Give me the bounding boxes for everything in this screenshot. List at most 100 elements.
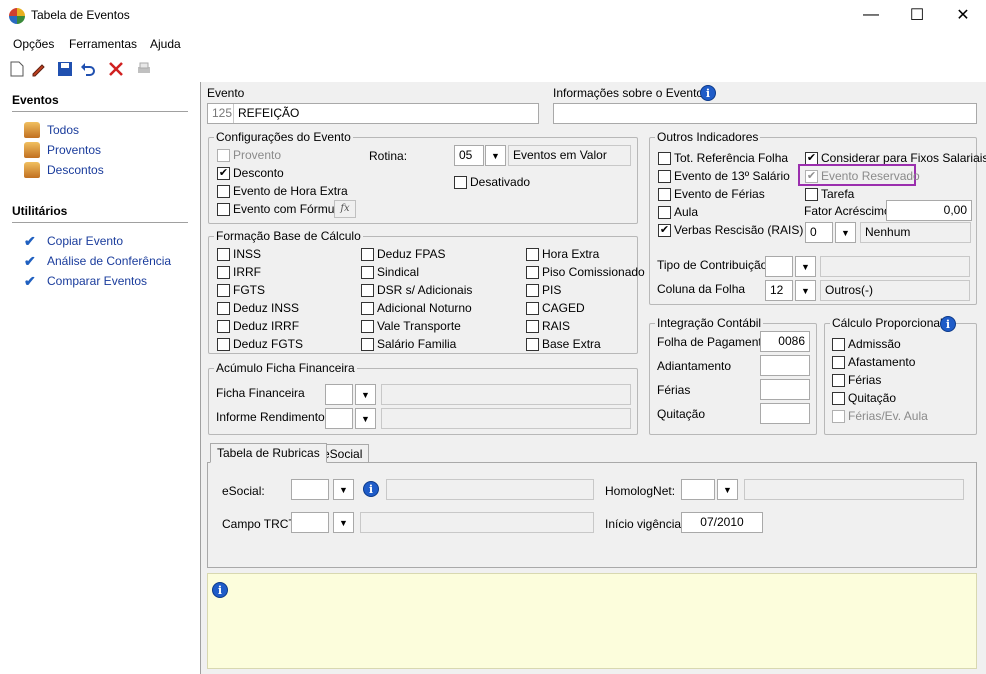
verbas-checkbox[interactable]: ✔ Verbas Rescisão (RAIS) <box>658 223 803 237</box>
info-icon[interactable]: i <box>940 316 956 332</box>
tarefa-checkbox[interactable]: Tarefa <box>805 187 854 201</box>
base-col2-checkbox-3[interactable]: Adicional Noturno <box>361 301 472 315</box>
hora-extra-checkbox[interactable]: Evento de Hora Extra <box>217 184 348 198</box>
esocial-input[interactable] <box>291 479 329 500</box>
rotina-dropdown[interactable]: ▼ <box>485 145 506 166</box>
sidebar-item-proventos[interactable]: Proventos <box>24 142 101 158</box>
base-col2-checkbox-0[interactable]: Deduz FPAS <box>361 247 445 261</box>
new-document-icon[interactable] <box>8 60 26 78</box>
admissao-checkbox[interactable]: Admissão <box>832 337 901 351</box>
sidebar-item-todos[interactable]: Todos <box>24 122 79 138</box>
ficha-desc <box>381 384 631 405</box>
informe-dropdown[interactable]: ▼ <box>355 408 376 429</box>
esocial-desc <box>386 479 594 500</box>
info-icon[interactable]: i <box>363 481 379 497</box>
base-col1-checkbox-1[interactable]: IRRF <box>217 265 261 279</box>
maximize-button[interactable]: ☐ <box>894 0 940 30</box>
evento-name: REFEIÇÃO <box>238 106 300 120</box>
inicio-input[interactable]: 07/2010 <box>681 512 763 533</box>
base-col1-checkbox-5[interactable]: Deduz FGTS <box>217 337 303 351</box>
delete-icon[interactable] <box>107 60 125 78</box>
folha-label: Folha de Pagamento <box>657 335 769 349</box>
menu-ferramentas[interactable]: Ferramentas <box>69 37 137 51</box>
verbas-dropdown[interactable]: ▼ <box>835 222 856 243</box>
ferias-aula-checkbox[interactable]: Férias/Ev. Aula <box>832 409 928 423</box>
base-col3-checkbox-0[interactable]: Hora Extra <box>526 247 599 261</box>
formula-checkbox[interactable]: Evento com Fórmula <box>217 202 344 216</box>
quitacao-label: Quitação <box>657 407 706 421</box>
ferias-checkbox[interactable]: Férias <box>832 373 881 387</box>
base-col3-checkbox-4[interactable]: RAIS <box>526 319 570 333</box>
aula-checkbox[interactable]: Aula <box>658 205 698 219</box>
ferias-input[interactable] <box>760 379 810 400</box>
rotina-code-input[interactable]: 05 <box>454 145 484 166</box>
homolognet-input[interactable] <box>681 479 715 500</box>
menu-ajuda[interactable]: Ajuda <box>150 37 181 51</box>
edit-icon[interactable] <box>29 60 47 78</box>
sidebar-item-copiar[interactable]: ✔ Copiar Evento <box>24 233 123 249</box>
sidebar-item-comparar[interactable]: ✔ Comparar Eventos <box>24 273 147 289</box>
rotina-desc: Eventos em Valor <box>508 145 631 166</box>
verbas-code-input[interactable]: 0 <box>805 222 833 243</box>
user-group-icon <box>24 162 40 178</box>
info-icon[interactable]: i <box>700 85 716 101</box>
evento-field[interactable]: 125 REFEIÇÃO <box>207 103 539 124</box>
sidebar-item-analise[interactable]: ✔ Análise de Conferência <box>24 253 171 269</box>
close-button[interactable]: ✕ <box>940 0 986 30</box>
informe-input[interactable] <box>325 408 353 429</box>
title-bar <box>0 0 986 32</box>
evento-13-checkbox[interactable]: Evento de 13º Salário <box>658 169 790 183</box>
base-col2-checkbox-1[interactable]: Sindical <box>361 265 419 279</box>
window-title: Tabela de Eventos <box>31 8 130 22</box>
quitacao-checkbox[interactable]: Quitação <box>832 391 896 405</box>
save-icon[interactable] <box>56 60 74 78</box>
coluna-dropdown[interactable]: ▼ <box>795 280 816 301</box>
tipo-contrib-desc <box>820 256 970 277</box>
trct-input[interactable] <box>291 512 329 533</box>
evento-ferias-checkbox[interactable]: Evento de Férias <box>658 187 765 201</box>
base-col1-checkbox-4[interactable]: Deduz IRRF <box>217 319 299 333</box>
formula-button[interactable]: fx <box>334 200 356 218</box>
folha-input[interactable]: 0086 <box>760 331 810 352</box>
esocial-dropdown[interactable]: ▼ <box>333 479 354 500</box>
coluna-label: Coluna da Folha <box>657 282 746 296</box>
tab-rubricas[interactable]: Tabela de Rubricas <box>210 443 327 463</box>
acumulo-title: Acúmulo Ficha Financeira <box>214 361 357 375</box>
evento-code: 125 <box>208 104 234 123</box>
reservado-checkbox[interactable]: ✔ Evento Reservado <box>805 169 920 183</box>
info-evento-input[interactable] <box>553 103 977 124</box>
provento-checkbox[interactable]: Provento <box>217 148 281 162</box>
base-col3-checkbox-1[interactable]: Piso Comissionado <box>526 265 645 279</box>
base-col3-checkbox-3[interactable]: CAGED <box>526 301 585 315</box>
adiantamento-input[interactable] <box>760 355 810 376</box>
tipo-contrib-dropdown[interactable]: ▼ <box>795 256 816 277</box>
coluna-input[interactable]: 12 <box>765 280 793 301</box>
print-icon[interactable] <box>135 60 153 78</box>
base-col1-checkbox-3[interactable]: Deduz INSS <box>217 301 299 315</box>
ficha-input[interactable] <box>325 384 353 405</box>
base-col3-checkbox-2[interactable]: PIS <box>526 283 561 297</box>
base-col2-checkbox-2[interactable]: DSR s/ Adicionais <box>361 283 472 297</box>
fator-input[interactable]: 0,00 <box>886 200 972 221</box>
base-col3-checkbox-5[interactable]: Base Extra <box>526 337 601 351</box>
base-col1-checkbox-2[interactable]: FGTS <box>217 283 265 297</box>
menu-opcoes[interactable]: Opções <box>13 37 54 51</box>
sidebar-item-descontos[interactable]: Descontos <box>24 162 104 178</box>
desativado-checkbox[interactable]: Desativado <box>454 175 530 189</box>
quitacao-input[interactable] <box>760 403 810 424</box>
base-col2-checkbox-4[interactable]: Vale Transporte <box>361 319 461 333</box>
afastamento-checkbox[interactable]: Afastamento <box>832 355 915 369</box>
ficha-dropdown[interactable]: ▼ <box>355 384 376 405</box>
tot-ref-checkbox[interactable]: Tot. Referência Folha <box>658 151 788 165</box>
base-col1-checkbox-0[interactable]: INSS <box>217 247 261 261</box>
homolognet-dropdown[interactable]: ▼ <box>717 479 738 500</box>
minimize-button[interactable]: — <box>848 0 894 30</box>
base-col2-checkbox-5[interactable]: Salário Familia <box>361 337 456 351</box>
checkmark-icon: ✔ <box>24 253 36 269</box>
desconto-checkbox[interactable]: ✔ Desconto <box>217 166 284 180</box>
trct-dropdown[interactable]: ▼ <box>333 512 354 533</box>
sidebar-utilitarios-title: Utilitários <box>12 204 68 218</box>
undo-icon[interactable] <box>79 60 97 78</box>
fixos-checkbox[interactable]: ✔ Considerar para Fixos Salariais <box>805 151 986 165</box>
tipo-contrib-input[interactable] <box>765 256 793 277</box>
